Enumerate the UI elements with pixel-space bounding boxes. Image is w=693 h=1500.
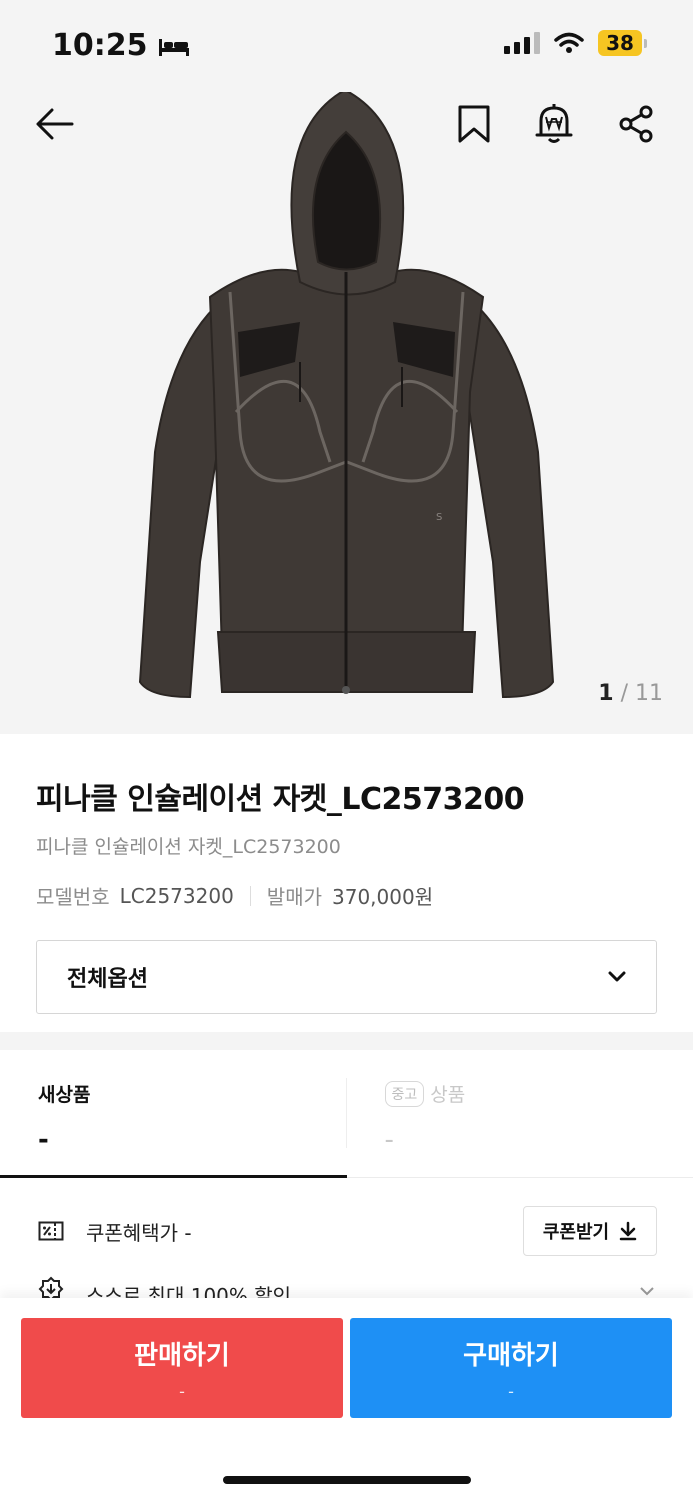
product-info: 피나클 인슐레이션 자켓_LC2573200 피나클 인슐레이션 자켓_LC25… — [0, 734, 693, 1014]
home-indicator[interactable] — [223, 1476, 471, 1484]
status-icons: 38 — [504, 30, 647, 56]
used-badge: 중고 — [384, 1080, 425, 1107]
signal-icon — [504, 32, 540, 54]
tab-new-price: - — [38, 1125, 49, 1155]
bottom-action-bar: 판매하기 - 구매하기 - — [0, 1298, 693, 1500]
tab-new[interactable]: 새상품 - — [0, 1050, 347, 1178]
tab-new-label: 새상품 — [38, 1084, 91, 1106]
section-divider — [0, 1032, 693, 1050]
share-icon — [619, 105, 653, 143]
price-alert-icon — [535, 104, 573, 143]
product-image-carousel[interactable]: S 1 / 11 — [0, 92, 693, 734]
option-label: 전체옵션 — [67, 967, 148, 992]
bookmark-button[interactable] — [448, 98, 500, 150]
back-button[interactable] — [28, 98, 80, 150]
tab-used-label: 상품 — [430, 1084, 466, 1106]
product-title: 피나클 인슐레이션 자켓_LC2573200 — [36, 782, 525, 817]
coupon-icon — [38, 1221, 64, 1241]
buy-price: - — [508, 1382, 514, 1401]
coupon-row: 쿠폰혜택가 - 쿠폰받기 — [0, 1206, 693, 1256]
product-meta: 모델번호 LC2573200 발매가 370,000원 — [36, 881, 657, 910]
product-image: S — [138, 92, 555, 699]
sell-button[interactable]: 판매하기 - — [21, 1318, 343, 1418]
tab-used[interactable]: 중고 상품 - — [347, 1050, 693, 1177]
share-button[interactable] — [610, 98, 662, 150]
discount-badge-icon — [38, 1276, 64, 1300]
price-alert-button[interactable] — [528, 98, 580, 150]
chevron-down-icon — [608, 971, 626, 982]
bookmark-icon — [458, 105, 490, 143]
model-value: LC2573200 — [119, 883, 234, 908]
get-coupon-button[interactable]: 쿠폰받기 — [523, 1206, 657, 1256]
release-price-label: 발매가 — [266, 885, 322, 909]
sell-price: - — [179, 1382, 185, 1401]
image-page-indicator: 1 / 11 — [598, 681, 663, 706]
page-total: 11 — [635, 681, 663, 706]
clock: 10:25 — [52, 28, 148, 63]
status-bar: 10:25 38 — [0, 0, 693, 92]
battery-indicator: 38 — [598, 30, 647, 56]
wifi-icon — [554, 32, 584, 53]
discount-row[interactable]: 스스로 최대 100% 할인 — [0, 1276, 693, 1300]
discount-text: 스스로 최대 100% 할인 — [86, 1284, 292, 1300]
product-subtitle: 피나클 인슐레이션 자켓_LC2573200 — [36, 836, 341, 858]
page-current: 1 — [598, 681, 614, 706]
chevron-down-icon — [640, 1287, 654, 1296]
bed-icon — [158, 38, 189, 56]
tab-used-label-row: 중고 상품 — [384, 1080, 693, 1107]
meta-divider — [249, 885, 251, 906]
back-arrow-icon — [36, 108, 74, 140]
model-label: 모델번호 — [36, 885, 110, 909]
condition-tabs: 새상품 - 중고 상품 - — [0, 1050, 693, 1178]
top-navigation — [0, 92, 693, 172]
size-option-select[interactable]: 전체옵션 — [36, 940, 657, 1014]
sell-label: 판매하기 — [134, 1341, 230, 1371]
get-coupon-label: 쿠폰받기 — [542, 1222, 610, 1243]
page-separator: / — [620, 681, 628, 706]
status-time: 10:25 — [52, 28, 190, 63]
buy-label: 구매하기 — [463, 1341, 559, 1371]
tab-used-price: - — [384, 1125, 394, 1155]
svg-text:S: S — [436, 512, 442, 523]
buy-button[interactable]: 구매하기 - — [350, 1318, 672, 1418]
release-price-value: 370,000원 — [332, 885, 434, 909]
battery-level: 38 — [598, 30, 642, 56]
download-icon — [619, 1221, 637, 1241]
coupon-price-text: 쿠폰혜택가 - — [86, 1220, 192, 1245]
